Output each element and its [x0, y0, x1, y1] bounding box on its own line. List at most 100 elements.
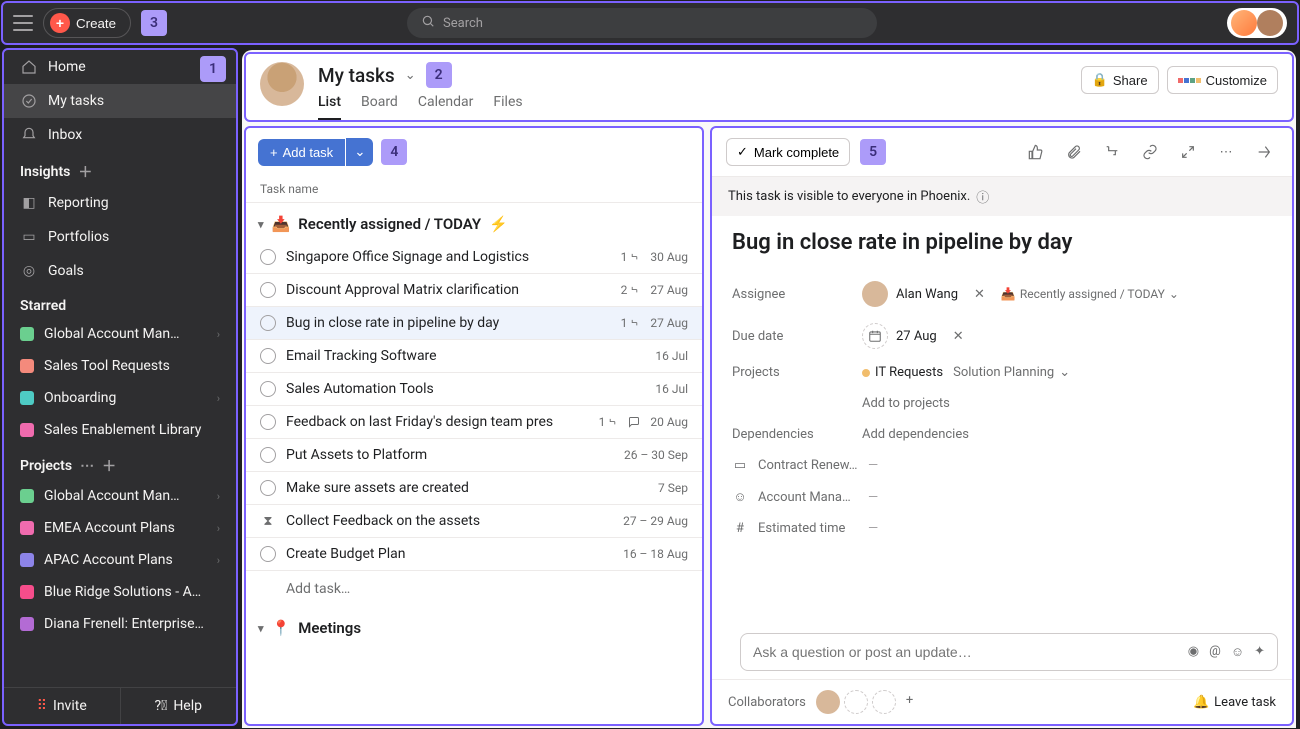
section-meetings[interactable]: ▾ 📍 Meetings: [246, 607, 702, 645]
task-row[interactable]: Put Assets to Platform26 – 30 Sep: [246, 439, 702, 472]
sidebar-project-item[interactable]: Blue Ridge Solutions - A…: [4, 576, 236, 608]
search-input[interactable]: Search: [407, 8, 877, 38]
create-button[interactable]: + Create: [43, 8, 131, 38]
section-recently-assigned[interactable]: ▾ 📥 Recently assigned / TODAY ⚡: [246, 203, 702, 241]
plus-icon[interactable]: ＋: [78, 162, 92, 182]
complete-check-icon[interactable]: [260, 315, 276, 331]
complete-check-icon[interactable]: [260, 282, 276, 298]
mark-complete-button[interactable]: ✓Mark complete: [726, 138, 850, 166]
attachment-icon[interactable]: [1060, 138, 1088, 166]
complete-check-icon[interactable]: [260, 480, 276, 496]
bell-icon: [20, 126, 38, 144]
task-row[interactable]: Bug in close rate in pipeline by day1 27…: [246, 307, 702, 340]
customize-button[interactable]: Customize: [1167, 66, 1278, 94]
chevron-down-icon[interactable]: ⌄: [405, 68, 416, 83]
custom-field-manager[interactable]: ☺ Account Manager —: [732, 481, 1272, 513]
hamburger-icon[interactable]: [13, 15, 33, 31]
add-to-projects[interactable]: Add to projects: [862, 396, 950, 411]
task-row[interactable]: Make sure assets are created7 Sep: [246, 472, 702, 505]
plus-icon[interactable]: +: [900, 690, 919, 714]
share-button[interactable]: 🔒Share: [1081, 66, 1159, 94]
insights-header[interactable]: Insights ＋: [4, 152, 236, 186]
plus-icon[interactable]: ＋: [102, 456, 116, 476]
sidebar-nav-mytasks[interactable]: My tasks: [4, 84, 236, 118]
record-icon[interactable]: ◉: [1188, 644, 1199, 660]
due-date-chip[interactable]: 27 Aug: [862, 323, 937, 349]
sidebar-project-item[interactable]: Diana Frenell: Enterprise…: [4, 608, 236, 640]
remove-assignee-icon[interactable]: ✕: [968, 285, 991, 304]
link-icon[interactable]: [1136, 138, 1164, 166]
sidebar-nav-inbox[interactable]: Inbox: [4, 118, 236, 152]
tab-calendar[interactable]: Calendar: [418, 94, 474, 120]
add-dependencies[interactable]: Add dependencies: [862, 427, 969, 442]
help-button[interactable]: ?⃝Help: [121, 688, 237, 724]
assignee-section-dropdown[interactable]: 📥 Recently assigned / TODAY ⌄: [1001, 287, 1179, 301]
collaborator-avatar[interactable]: [816, 690, 840, 714]
sidebar-starred-item[interactable]: Onboarding›: [4, 382, 236, 414]
custom-field-contract[interactable]: ▭ Contract Renew… —: [732, 450, 1272, 481]
star-icon[interactable]: ✦: [1254, 644, 1265, 660]
expand-icon[interactable]: [1174, 138, 1202, 166]
comment-icon: [628, 416, 640, 428]
invite-button[interactable]: ⠿Invite: [4, 688, 121, 724]
task-row[interactable]: Singapore Office Signage and Logistics1 …: [246, 241, 702, 274]
sidebar-starred-item[interactable]: Sales Enablement Library: [4, 414, 236, 446]
sidebar-starred-item[interactable]: Sales Tool Requests: [4, 350, 236, 382]
subtask-icon[interactable]: [1098, 138, 1126, 166]
task-row[interactable]: Sales Automation Tools16 Jul: [246, 373, 702, 406]
sidebar-insights-goals[interactable]: ◎Goals: [4, 254, 236, 288]
task-row[interactable]: Discount Approval Matrix clarification2 …: [246, 274, 702, 307]
more-icon[interactable]: ⋯: [1212, 138, 1240, 166]
complete-check-icon[interactable]: [260, 414, 276, 430]
comment-field[interactable]: [753, 644, 1178, 660]
task-row[interactable]: Create Budget Plan16 – 18 Aug: [246, 538, 702, 571]
comment-input[interactable]: ◉ @ ☺ ✦: [740, 633, 1278, 671]
complete-check-icon[interactable]: [260, 348, 276, 364]
add-collaborator-icon[interactable]: [844, 690, 868, 714]
add-task-button[interactable]: +Add task: [258, 139, 345, 166]
add-task-inline[interactable]: Add task…: [246, 571, 702, 607]
tab-board[interactable]: Board: [361, 94, 398, 120]
project-chip-solution[interactable]: Solution Planning⌄: [953, 365, 1070, 380]
sidebar-insights-reporting[interactable]: ◧Reporting: [4, 186, 236, 220]
subtask-count: 1: [621, 316, 641, 330]
projects-header[interactable]: Projects ⋯ ＋: [4, 446, 236, 480]
user-avatar[interactable]: [260, 62, 304, 106]
close-panel-icon[interactable]: [1250, 138, 1278, 166]
like-icon[interactable]: [1022, 138, 1050, 166]
sidebar-project-item[interactable]: EMEA Account Plans›: [4, 512, 236, 544]
project-chip-it[interactable]: IT Requests: [862, 365, 943, 380]
starred-header[interactable]: Starred: [4, 288, 236, 318]
sidebar-project-item[interactable]: Global Account Man…›: [4, 480, 236, 512]
more-icon[interactable]: ⋯: [80, 458, 94, 474]
remove-date-icon[interactable]: ✕: [947, 327, 970, 346]
task-name: Collect Feedback on the assets: [286, 513, 613, 529]
promo-pill[interactable]: [1227, 8, 1287, 38]
custom-field-time[interactable]: # Estimated time —: [732, 513, 1272, 544]
plus-icon: +: [50, 13, 70, 33]
mention-icon[interactable]: @: [1209, 644, 1221, 660]
complete-check-icon[interactable]: [260, 447, 276, 463]
complete-check-icon[interactable]: [260, 381, 276, 397]
task-row[interactable]: Email Tracking Software16 Jul: [246, 340, 702, 373]
sidebar-project-item[interactable]: APAC Account Plans›: [4, 544, 236, 576]
caret-down-icon[interactable]: ▾: [258, 218, 264, 231]
chevron-right-icon: ›: [217, 554, 220, 567]
sidebar-insights-portfolios[interactable]: ▭Portfolios: [4, 220, 236, 254]
task-title[interactable]: Bug in close rate in pipeline by day: [732, 230, 1272, 255]
tab-list[interactable]: List: [318, 94, 341, 120]
leave-task-button[interactable]: 🔔 Leave task: [1193, 695, 1276, 710]
assignee-chip[interactable]: Alan Wang: [862, 281, 958, 307]
complete-check-icon[interactable]: [260, 546, 276, 562]
user-avatar[interactable]: [1257, 10, 1283, 36]
caret-down-icon[interactable]: ▾: [258, 622, 264, 635]
add-collaborator-icon[interactable]: [872, 690, 896, 714]
sidebar-starred-item[interactable]: Global Account Man…›: [4, 318, 236, 350]
tab-files[interactable]: Files: [493, 94, 522, 120]
info-icon[interactable]: ⓘ: [976, 187, 989, 206]
task-row[interactable]: Feedback on last Friday's design team pr…: [246, 406, 702, 439]
task-row[interactable]: ⧗Collect Feedback on the assets27 – 29 A…: [246, 505, 702, 538]
emoji-icon[interactable]: ☺: [1231, 644, 1244, 660]
add-task-dropdown[interactable]: ⌄: [346, 138, 373, 166]
complete-check-icon[interactable]: [260, 249, 276, 265]
